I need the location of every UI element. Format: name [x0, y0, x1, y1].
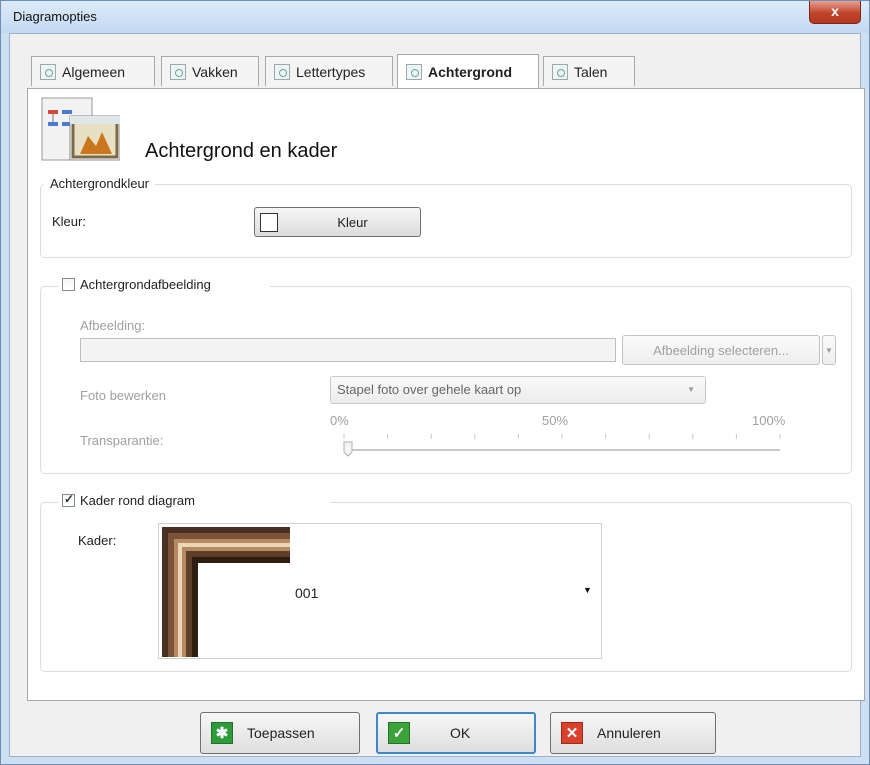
tab-algemeen[interactable]: Algemeen: [31, 56, 155, 86]
settings-page-icon: [40, 63, 56, 80]
transparency-slider[interactable]: [342, 428, 782, 458]
background-color-group: [40, 184, 852, 258]
page-title: Achtergrond en kader: [145, 140, 338, 162]
slider-tick-max: 100%: [752, 413, 786, 428]
apply-icon: ✱: [211, 722, 233, 744]
tab-label: Talen: [574, 63, 608, 80]
tab-vakken[interactable]: Vakken: [161, 56, 259, 86]
select-image-dropdown-button[interactable]: ▼: [822, 335, 836, 365]
chevron-down-icon: ▼: [583, 585, 592, 595]
frame-select[interactable]: 001 ▼: [158, 523, 602, 659]
frame-preview-image: [162, 527, 290, 657]
cancel-button[interactable]: ✕ Annuleren: [550, 712, 716, 754]
settings-page-icon: [274, 63, 290, 80]
image-path-input[interactable]: [80, 338, 616, 362]
photo-edit-label: Foto bewerken: [80, 388, 166, 403]
tab-label: Vakken: [192, 63, 238, 80]
background-color-legend: Achtergrondkleur: [44, 176, 155, 191]
tab-label: Lettertypes: [296, 63, 366, 80]
checkmark-icon: ✓: [64, 492, 75, 506]
chevron-down-icon: ▼: [825, 345, 833, 355]
color-button-label: Kleur: [337, 214, 368, 230]
check-icon: ✓: [388, 722, 410, 744]
chevron-down-icon: ▼: [687, 385, 695, 394]
select-image-button-label: Afbeelding selecteren...: [653, 342, 789, 358]
ok-button[interactable]: ✓ OK: [376, 712, 536, 754]
slider-tick-mid: 50%: [542, 413, 569, 428]
color-label: Kleur:: [52, 214, 86, 229]
close-icon: x: [831, 3, 839, 19]
slider-thumb[interactable]: [343, 441, 353, 457]
apply-button[interactable]: ✱ Toepassen: [200, 712, 360, 754]
close-icon: ✕: [561, 722, 583, 744]
settings-page-icon: [406, 63, 422, 80]
tab-lettertypes[interactable]: Lettertypes: [265, 56, 393, 86]
ok-button-label: OK: [450, 725, 471, 741]
photo-edit-select[interactable]: Stapel foto over gehele kaart op ▼: [330, 376, 706, 404]
slider-tick-min: 0%: [330, 413, 349, 428]
photo-edit-value: Stapel foto over gehele kaart op: [337, 382, 522, 397]
color-button[interactable]: Kleur: [254, 207, 421, 237]
image-label: Afbeelding:: [80, 318, 146, 333]
select-image-button[interactable]: Afbeelding selecteren...: [622, 335, 820, 365]
slider-track-graphic: [343, 434, 781, 457]
background-image-legend: Achtergrondafbeelding: [80, 277, 211, 292]
tab-label: Achtergrond: [428, 63, 512, 80]
tab-achtergrond[interactable]: Achtergrond: [397, 54, 539, 88]
frame-checkbox[interactable]: ✓: [62, 492, 75, 507]
tab-talen[interactable]: Talen: [543, 56, 635, 86]
apply-button-label: Toepassen: [247, 725, 315, 741]
background-image-checkbox[interactable]: [62, 278, 75, 291]
transparency-label: Transparantie:: [80, 433, 164, 448]
frame-value: 001: [295, 585, 319, 601]
close-button[interactable]: x: [809, 1, 861, 24]
frame-legend: Kader rond diagram: [80, 493, 195, 508]
title-bar[interactable]: Diagramopties x: [1, 1, 869, 33]
tab-label: Algemeen: [62, 63, 126, 80]
settings-page-icon: [552, 63, 568, 80]
background-frame-icon: [40, 96, 121, 162]
cancel-button-label: Annuleren: [597, 725, 661, 741]
settings-page-icon: [170, 63, 186, 80]
frame-label: Kader:: [78, 533, 117, 548]
window-title: Diagramopties: [13, 9, 97, 24]
color-swatch: [260, 213, 278, 232]
